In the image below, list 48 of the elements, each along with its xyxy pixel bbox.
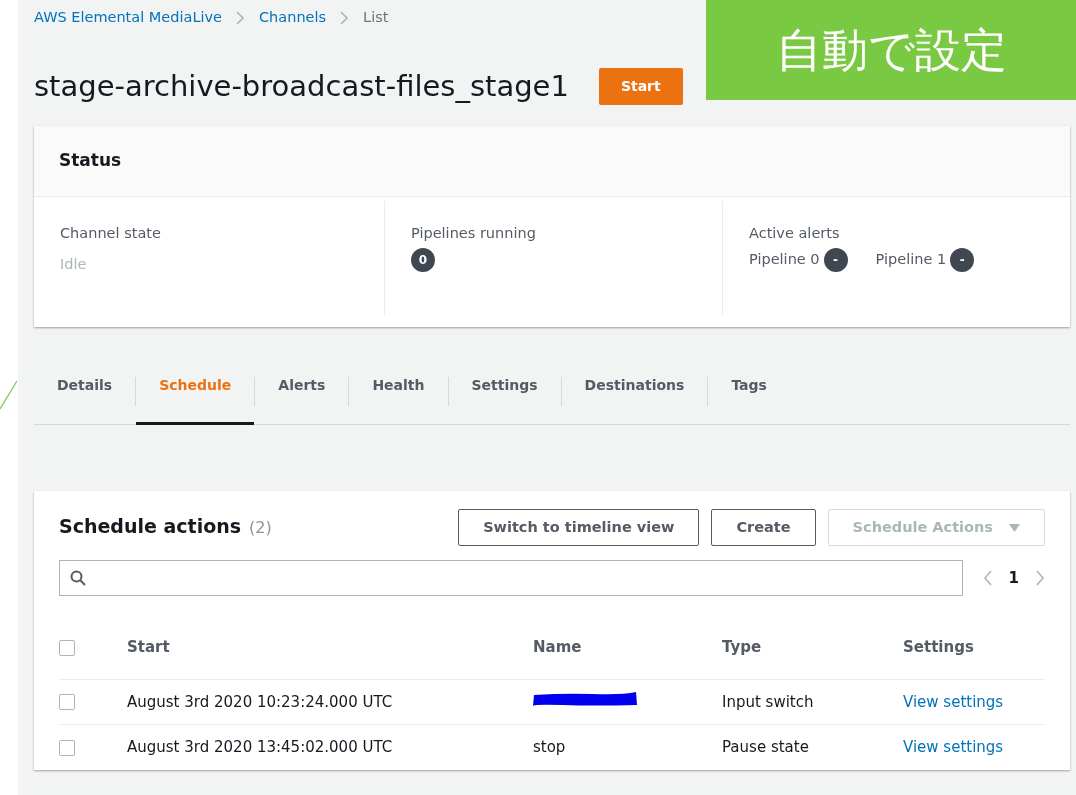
status-heading: Status — [34, 126, 1070, 197]
tab[interactable]: Alerts — [255, 348, 349, 425]
chevron-icon — [236, 11, 245, 25]
section-title: Schedule actions — [59, 514, 242, 538]
column-header: Start — [127, 638, 170, 657]
status-label: Pipelines running — [411, 223, 537, 243]
pipeline-label: Pipeline 0 — [749, 250, 820, 270]
pipeline-label: Pipeline 1 — [875, 250, 947, 270]
chevron-icon — [340, 11, 350, 25]
leader-line — [0, 380, 18, 410]
tab[interactable]: Destinations — [561, 348, 708, 425]
tab[interactable]: Tags — [708, 348, 790, 425]
row-checkbox[interactable] — [59, 739, 75, 756]
tab[interactable]: Health — [349, 348, 448, 425]
page-title: stage-archive-broadcast-files_stage1 — [34, 68, 569, 104]
row-checkbox[interactable] — [59, 694, 75, 711]
breadcrumb-link[interactable]: AWS Elemental MediaLive — [34, 7, 222, 29]
previous-page-icon[interactable] — [982, 570, 993, 587]
status-label: Active alerts — [749, 223, 841, 243]
column-header: Name — [533, 638, 582, 657]
count-badge: - — [823, 248, 848, 273]
count-badge: - — [950, 248, 975, 273]
search-icon — [70, 570, 86, 587]
next-page-icon[interactable] — [1035, 570, 1045, 587]
table-cell: August 3rd 2020 10:23:24.000 UTC — [127, 692, 393, 711]
tab[interactable]: Settings — [448, 348, 561, 425]
page-number[interactable]: 1 — [1008, 567, 1019, 590]
count-badge: 0 — [411, 248, 435, 273]
status-value: Idle — [60, 255, 87, 275]
table-cell: August 3rd 2020 13:45:02.000 UTC — [127, 738, 393, 757]
breadcrumb-current: List — [363, 8, 389, 28]
table-cell: Input switch — [722, 692, 814, 711]
view-settings-link[interactable]: View settings — [903, 692, 1004, 711]
annotation-banner: 自動で設定 — [706, 0, 1076, 100]
item-count: (2) — [249, 516, 272, 539]
select-all-checkbox[interactable] — [59, 639, 75, 656]
status-label: Channel state — [60, 223, 162, 243]
action-button: Schedule Actions — [827, 508, 1045, 547]
column-header: Type — [722, 638, 762, 657]
view-settings-link[interactable]: View settings — [903, 738, 1004, 757]
table-cell: stop — [533, 738, 566, 757]
tab[interactable]: Details — [34, 348, 136, 425]
column-header: Settings — [903, 638, 974, 657]
action-button[interactable]: Switch to timeline view — [458, 508, 700, 547]
action-button[interactable]: Create — [711, 508, 816, 547]
table-cell: Pause state — [722, 738, 809, 757]
search-field[interactable] — [59, 560, 963, 597]
breadcrumb-link[interactable]: Channels — [259, 7, 327, 29]
